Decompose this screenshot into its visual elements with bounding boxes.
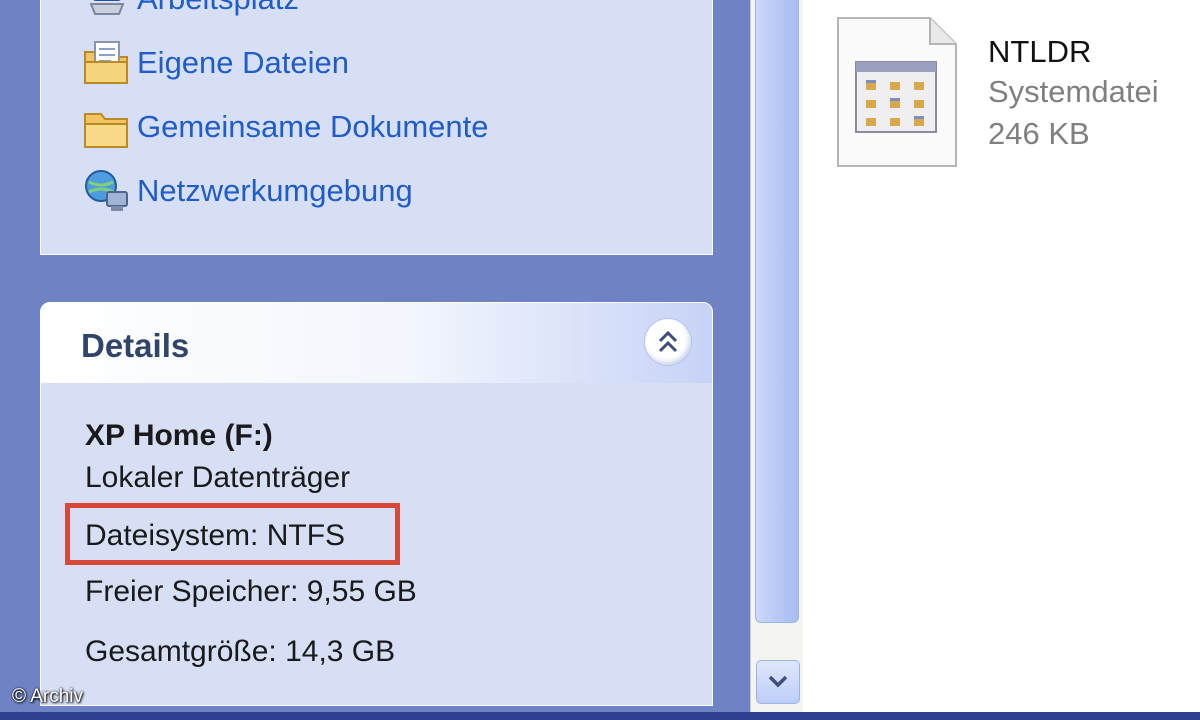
collapse-button[interactable]	[644, 318, 692, 366]
scroll-down-button[interactable]	[756, 660, 800, 704]
filesystem-info: Dateisystem: NTFS	[85, 519, 346, 552]
bottom-border	[0, 712, 1200, 720]
shared-documents-folder-icon	[81, 102, 137, 152]
place-label: Gemeinsame Dokumente	[137, 109, 489, 144]
drive-name: XP Home (F:)	[85, 419, 273, 452]
total-size-info: Gesamtgröße: 14,3 GB	[85, 635, 396, 668]
network-places-icon	[81, 166, 137, 216]
other-places-box: Arbeitsplatz Eigene Dateien	[40, 0, 713, 255]
place-label: Netzwerkumgebung	[137, 173, 413, 208]
vertical-scrollbar[interactable]	[750, 0, 803, 720]
place-my-documents[interactable]: Eigene Dateien	[81, 38, 349, 88]
place-shared-documents[interactable]: Gemeinsame Dokumente	[81, 102, 489, 152]
details-title: Details	[81, 327, 190, 364]
place-label: Arbeitsplatz	[137, 0, 299, 17]
drive-type: Lokaler Datenträger	[85, 461, 351, 494]
place-my-computer[interactable]: Arbeitsplatz	[81, 0, 299, 24]
free-space-info: Freier Speicher: 9,55 GB	[85, 575, 417, 608]
details-box: Details XP Home (F:) Lokaler Datenträger…	[40, 302, 713, 706]
task-pane: Arbeitsplatz Eigene Dateien	[0, 0, 750, 720]
my-documents-icon	[81, 38, 137, 88]
place-label: Eigene Dateien	[137, 45, 349, 80]
my-computer-icon	[81, 0, 137, 24]
place-network[interactable]: Netzwerkumgebung	[81, 166, 413, 216]
copyright-watermark: © Archiv	[12, 686, 84, 707]
file-size: 246 KB	[988, 116, 1090, 151]
scrollbar-thumb[interactable]	[755, 0, 799, 623]
details-header[interactable]: Details	[41, 303, 712, 383]
file-item-ntldr[interactable]: NTLDR Systemdatei 246 KB	[830, 14, 1190, 174]
file-name: NTLDR	[988, 34, 1092, 69]
file-type: Systemdatei	[988, 74, 1159, 109]
system-file-icon	[830, 14, 962, 176]
